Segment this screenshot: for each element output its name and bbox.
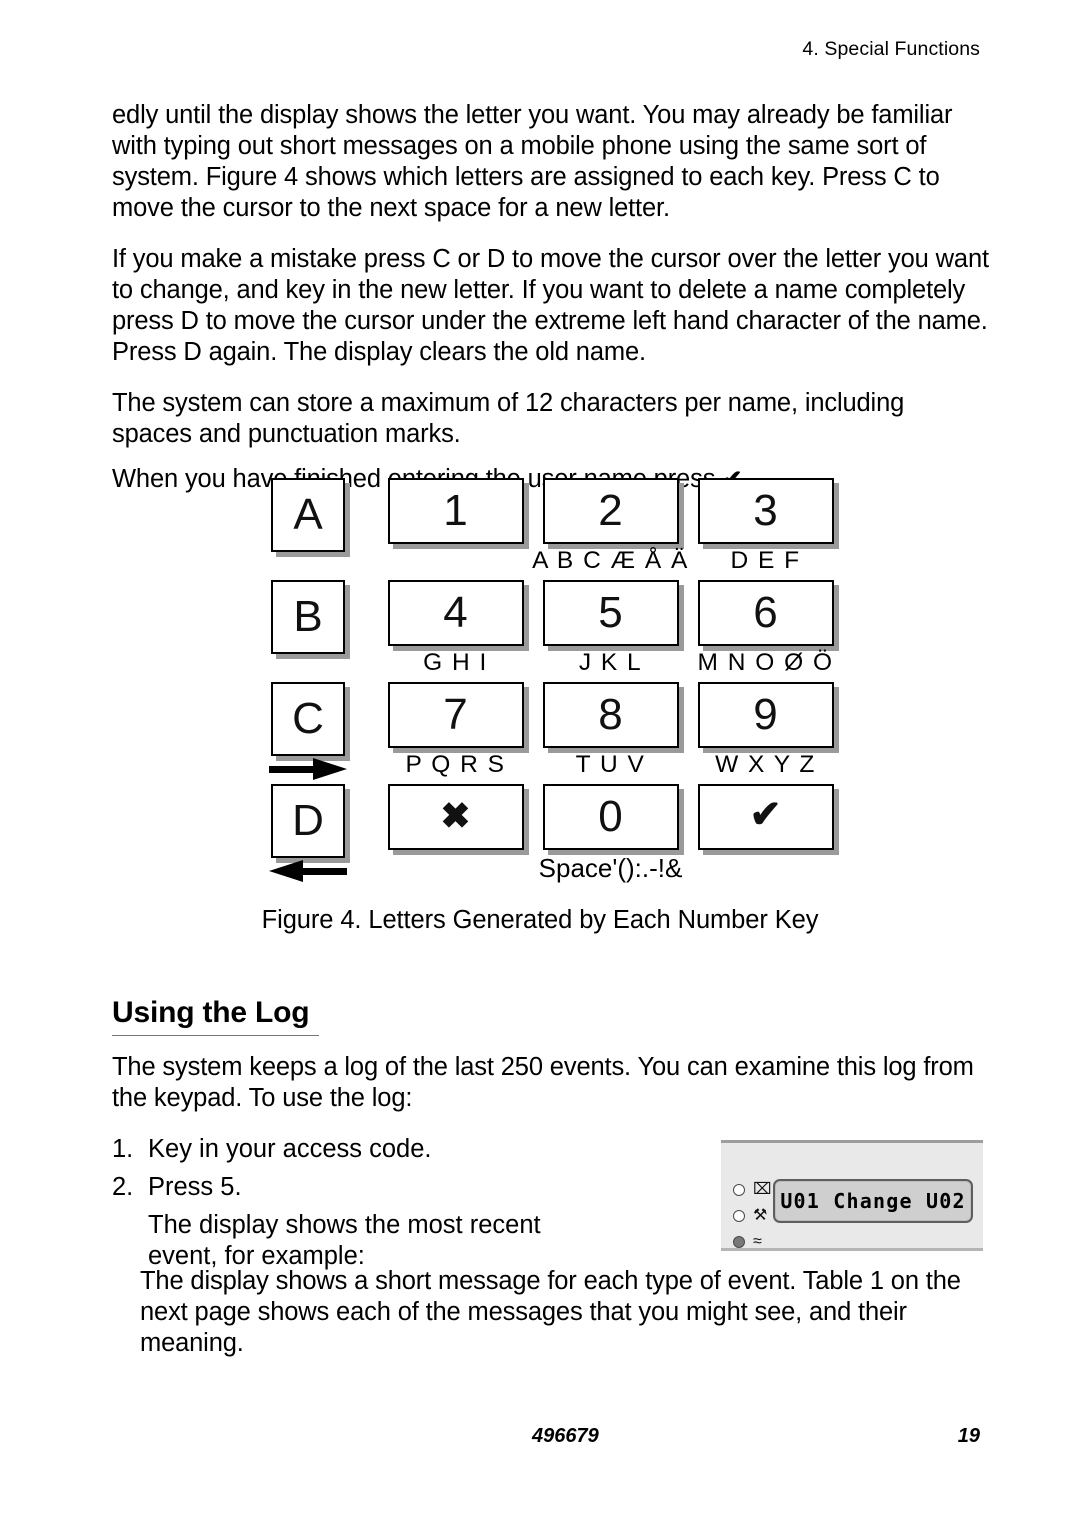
- led-dot-power: [733, 1236, 745, 1248]
- step-text: Key in your access code.: [148, 1135, 432, 1163]
- key-0-letters: Space'():.-!&: [538, 853, 683, 883]
- crossed-bell-icon: ⌧: [753, 1181, 772, 1198]
- key-c[interactable]: C: [271, 682, 345, 756]
- keypad-row-1: A 1 2 A B C Æ Å Ä 3 D E F: [238, 478, 858, 580]
- key-3-letters: D E F: [730, 547, 801, 574]
- step-note: The display shows the most recent event,…: [148, 1211, 541, 1270]
- paragraph-3: The system can store a maximum of 12 cha…: [112, 389, 905, 448]
- key-7[interactable]: 7: [387, 682, 524, 748]
- key-a[interactable]: A: [271, 478, 345, 552]
- key-0[interactable]: 0: [542, 784, 679, 850]
- arrow-right-shaft: [269, 766, 317, 773]
- wrench-icon: ⚒: [753, 1207, 768, 1224]
- key-9[interactable]: 9: [697, 682, 834, 748]
- figure-caption: Figure 4. Letters Generated by Each Numb…: [261, 906, 819, 934]
- keypad-cell-6: 6 M N O Ø Ö: [688, 580, 843, 677]
- section-intro-paragraph: The system keeps a log of the last 250 e…: [112, 1053, 974, 1112]
- keypad-cell-1: 1: [378, 478, 533, 547]
- paragraph-1: edly until the display shows the letter …: [112, 101, 953, 222]
- check-mark-icon: ✔: [749, 794, 782, 836]
- keypad-cell-7: 7 P Q R S: [378, 682, 533, 779]
- arrow-left-shaft: [299, 868, 347, 875]
- key-5[interactable]: 5: [542, 580, 679, 646]
- keypad-figure: A 1 2 A B C Æ Å Ä 3 D E F B 4 G H I 5 J …: [0, 478, 1080, 935]
- led-dot-fault: [733, 1210, 745, 1222]
- footer-document-number: 496679: [532, 1425, 599, 1447]
- key-5-letters: J K L: [578, 649, 643, 676]
- keypad-cell-letter-b: B: [238, 580, 378, 654]
- keypad-display-graphic: ⌧ ⚒ ≈ U01 Change U02: [721, 1140, 983, 1251]
- document-page: 4. Special Functions edly until the disp…: [0, 0, 1080, 1526]
- keypad-cell-letter-d: D: [238, 784, 378, 882]
- key-8-letters: T U V: [575, 751, 646, 778]
- lcd-text: U01 Change U02: [780, 1189, 966, 1213]
- key-4[interactable]: 4: [387, 580, 524, 646]
- keypad-cell-cancel: ✖: [378, 784, 533, 850]
- key-2[interactable]: 2: [542, 478, 679, 544]
- keypad-cell-confirm: ✔: [688, 784, 843, 850]
- keypad-cell-9: 9 W X Y Z: [688, 682, 843, 779]
- running-header: 4. Special Functions: [802, 38, 980, 60]
- keypad-cell-0: 0 Space'():.-!&: [533, 784, 688, 884]
- keypad-cell-2: 2 A B C Æ Å Ä: [532, 478, 689, 575]
- key-6[interactable]: 6: [697, 580, 834, 646]
- key-1[interactable]: 1: [387, 478, 524, 544]
- section-heading-using-the-log: Using the Log: [112, 996, 319, 1036]
- keypad-cell-4: 4 G H I: [378, 580, 533, 677]
- key-b[interactable]: B: [271, 580, 345, 654]
- key-4-letters: G H I: [423, 649, 488, 676]
- key-6-letters: M N O Ø Ö: [697, 649, 834, 676]
- keypad-grid: A 1 2 A B C Æ Å Ä 3 D E F B 4 G H I 5 J …: [238, 478, 858, 886]
- lcd-screen: U01 Change U02: [773, 1179, 973, 1223]
- key-7-letters: P Q R S: [405, 751, 506, 778]
- body-text-column: edly until the display shows the letter …: [112, 100, 990, 515]
- footer-page-number: 19: [957, 1425, 980, 1447]
- arrow-right-icon: [269, 758, 347, 780]
- key-2-letters: A B C Æ Å Ä: [532, 547, 689, 574]
- arrow-right-head: [313, 758, 347, 780]
- arrow-left-icon: [269, 860, 347, 882]
- step-number: 2.: [112, 1173, 134, 1201]
- keypad-row-4: D ✖ 0 Space'():.-!& ✔: [238, 784, 858, 886]
- step-number: 1.: [112, 1135, 134, 1163]
- step-text: Press 5.: [148, 1173, 242, 1201]
- ac-power-icon: ≈: [753, 1233, 762, 1250]
- keypad-cell-3: 3 D E F: [688, 478, 843, 575]
- key-confirm[interactable]: ✔: [697, 784, 834, 850]
- keypad-cell-8: 8 T U V: [533, 682, 688, 779]
- keypad-cell-5: 5 J K L: [533, 580, 688, 677]
- paragraph-2: If you make a mistake press C or D to mo…: [112, 245, 989, 366]
- keypad-row-2: B 4 G H I 5 J K L 6 M N O Ø Ö: [238, 580, 858, 682]
- keypad-cell-letter-c: C: [238, 682, 378, 780]
- key-9-letters: W X Y Z: [715, 751, 816, 778]
- cross-icon: ✖: [440, 795, 471, 836]
- led-row-power: ≈: [733, 1229, 785, 1255]
- key-8[interactable]: 8: [542, 682, 679, 748]
- closing-paragraph: The display shows a short message for ea…: [140, 1267, 961, 1357]
- keypad-cell-letter-a: A: [238, 478, 378, 552]
- key-cancel[interactable]: ✖: [387, 784, 524, 850]
- led-dot-alarm: [733, 1184, 745, 1196]
- key-d[interactable]: D: [271, 784, 345, 858]
- arrow-left-head: [269, 860, 303, 882]
- keypad-row-3: C 7 P Q R S 8 T U V 9 W X Y Z: [238, 682, 858, 784]
- key-3[interactable]: 3: [697, 478, 834, 544]
